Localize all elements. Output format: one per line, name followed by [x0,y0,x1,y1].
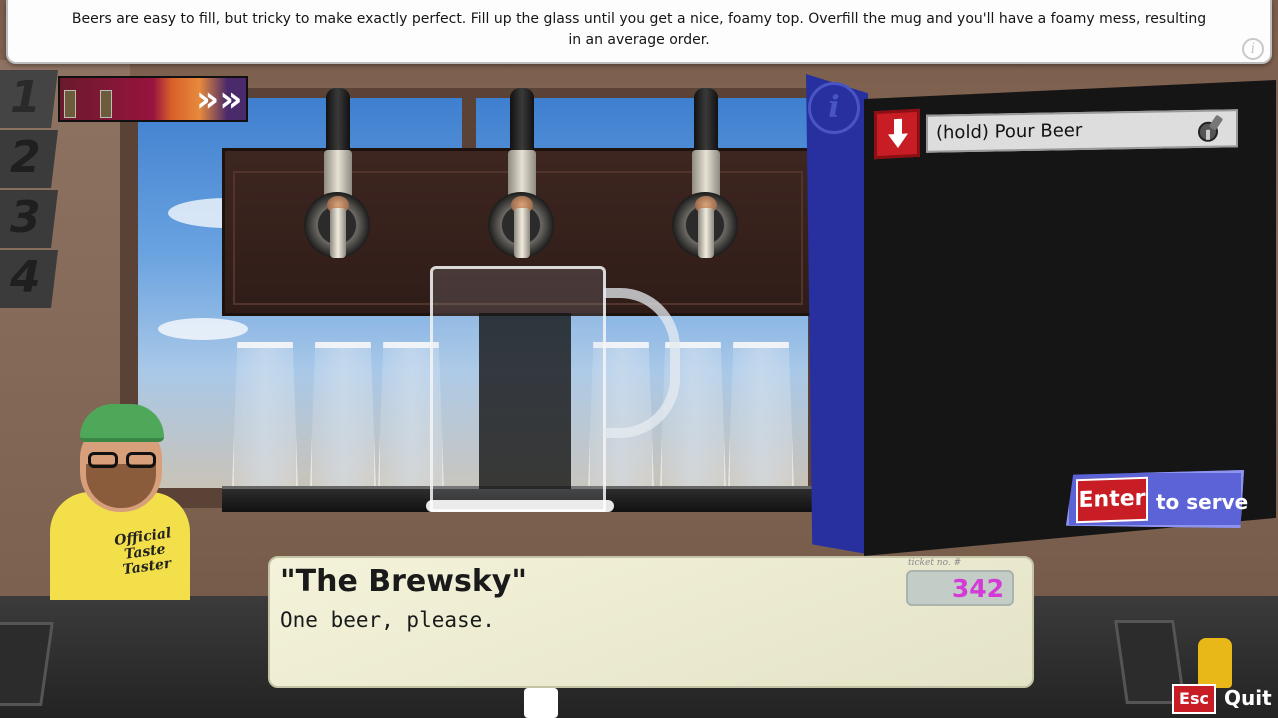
glasses-icon [88,452,164,470]
tap-handle [510,88,534,154]
mug-beer-column [479,313,571,489]
ticket-number: 342 [951,574,1004,603]
shelf-glass [728,342,794,490]
order-slot-2[interactable]: 2 [0,130,58,188]
beer-tap-right[interactable] [670,88,740,268]
info-icon[interactable]: i [1242,38,1264,60]
quit-button[interactable]: Quit [1224,686,1272,710]
customer-name: "The Brewsky" [280,564,527,599]
beer-tap-left[interactable] [302,88,372,268]
tap-handle [694,88,718,154]
info-icon[interactable]: i [808,82,860,134]
ticket-info-tab[interactable] [806,74,868,554]
serve-label[interactable]: to serve [1156,490,1248,514]
step-label-box: (hold) Pour Beer [926,109,1238,153]
mini-mug-icon [100,90,112,118]
down-arrow-icon [888,118,908,148]
order-slot-3[interactable]: 3 [0,190,58,248]
customer-dialog: "The Brewsky" One beer, please. ticket n… [268,556,1034,688]
ticket-number-label: ticket no. # [908,558,962,568]
tap-handle [326,88,350,154]
cloud [158,318,248,340]
ticket-step-pour-beer[interactable]: (hold) Pour Beer [874,108,1238,160]
shelf-glass [232,342,298,490]
tip-text: Beers are easy to fill, but tricky to ma… [71,11,1207,48]
order-slot-4[interactable]: 4 [0,250,58,308]
ketchup-bottle-icon [524,688,558,718]
slot-number: 3 [10,192,41,243]
slot-number: 4 [10,252,41,303]
shelf-glass [310,342,376,490]
enter-key-badge[interactable]: Enter [1076,476,1148,524]
mustard-bottle-icon [1198,638,1232,688]
beer-mug[interactable] [430,266,606,512]
customer-line: One beer, please. [280,608,495,632]
tip-banner: Beers are easy to fill, but tricky to ma… [6,0,1272,64]
slot-number: 1 [10,72,41,123]
tap-spout [330,208,346,258]
active-order-strip[interactable]: »» [58,76,248,122]
step-label: (hold) Pour Beer [936,119,1083,144]
beer-tap-icon [1198,115,1223,142]
chevron-right-icon: »» [196,79,243,120]
customer-avatar: Official Taste Taster [50,400,190,600]
order-slot-1[interactable]: 1 [0,70,58,128]
hard-hat-icon [80,404,164,442]
tap-spout [698,208,714,258]
slot-number: 2 [10,132,41,183]
tap-spout [514,208,530,258]
step-key-box [874,108,920,160]
esc-key-badge[interactable]: Esc [1172,684,1216,714]
beer-tap-middle[interactable] [486,88,556,268]
mug-base [426,500,614,512]
mini-mug-icon [64,90,76,118]
ticket-number-box: 342 [906,570,1014,606]
